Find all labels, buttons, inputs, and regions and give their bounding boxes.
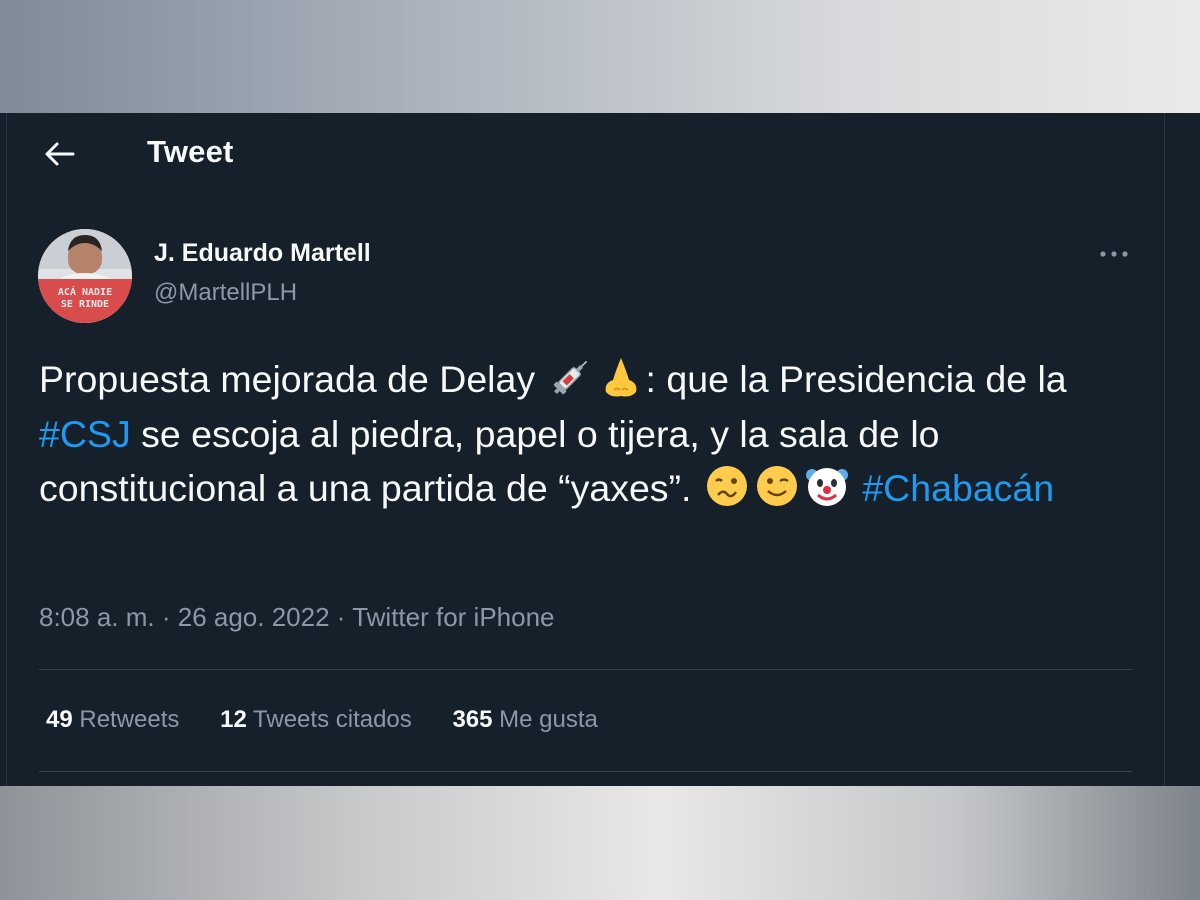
woozy-face-emoji bbox=[706, 466, 747, 506]
tweet-text-part: : que la Presidencia de la bbox=[645, 358, 1067, 400]
hashtag-link[interactable]: #Chabacán bbox=[862, 467, 1054, 509]
nose-emoji bbox=[605, 358, 636, 397]
meta-separator: · bbox=[329, 602, 353, 632]
winking-face-emoji bbox=[756, 466, 797, 506]
tweet-source[interactable]: Twitter for iPhone bbox=[352, 602, 554, 632]
divider bbox=[39, 669, 1132, 670]
meta-separator: · bbox=[154, 602, 178, 632]
hashtag-link[interactable]: #CSJ bbox=[39, 413, 131, 455]
photo-background-bottom bbox=[0, 786, 1200, 900]
tweet-text-part: Propuesta mejorada de Delay bbox=[39, 358, 546, 400]
tweet-text: Propuesta mejorada de Delay : que la Pre… bbox=[39, 352, 1119, 516]
syringe-emoji bbox=[553, 360, 587, 395]
divider bbox=[39, 771, 1132, 772]
avatar-banner-line1: ACÁ NADIE bbox=[58, 285, 112, 298]
tweet-date[interactable]: 26 ago. 2022 bbox=[178, 602, 330, 632]
author-handle[interactable]: @MartellPLH bbox=[154, 279, 297, 307]
avatar-banner-line2: SE RINDE bbox=[61, 299, 109, 310]
retweets-count: 49 bbox=[46, 706, 73, 733]
photo-background-top bbox=[0, 0, 1200, 113]
panel-border-left bbox=[6, 113, 7, 786]
clown-face-emoji bbox=[805, 468, 848, 506]
tweet-time[interactable]: 8:08 a. m. bbox=[39, 602, 155, 632]
panel-border-right bbox=[1164, 113, 1165, 786]
likes-label: Me gusta bbox=[499, 706, 598, 733]
avatar-image: ACÁ NADIE SE RINDE bbox=[38, 229, 132, 323]
more-options-icon[interactable] bbox=[1098, 248, 1130, 260]
author-display-name[interactable]: J. Eduardo Martell bbox=[154, 239, 371, 268]
tweet-meta: 8:08 a. m. · 26 ago. 2022 · Twitter for … bbox=[39, 602, 555, 633]
quotes-label: Tweets citados bbox=[253, 706, 412, 733]
avatar[interactable]: ACÁ NADIE SE RINDE bbox=[38, 229, 132, 323]
retweets-stat[interactable]: 49 Retweets bbox=[46, 706, 179, 734]
likes-count: 365 bbox=[452, 706, 493, 733]
retweets-label: Retweets bbox=[79, 706, 180, 733]
arrow-left-icon[interactable] bbox=[43, 140, 75, 168]
quotes-count: 12 bbox=[220, 706, 247, 733]
quote-tweets-stat[interactable]: 12 Tweets citados bbox=[220, 706, 412, 734]
tweet-stats: 49 Retweets 12 Tweets citados 365 Me gus… bbox=[46, 706, 632, 734]
page-title: Tweet bbox=[147, 134, 234, 169]
likes-stat[interactable]: 365 Me gusta bbox=[452, 706, 597, 734]
